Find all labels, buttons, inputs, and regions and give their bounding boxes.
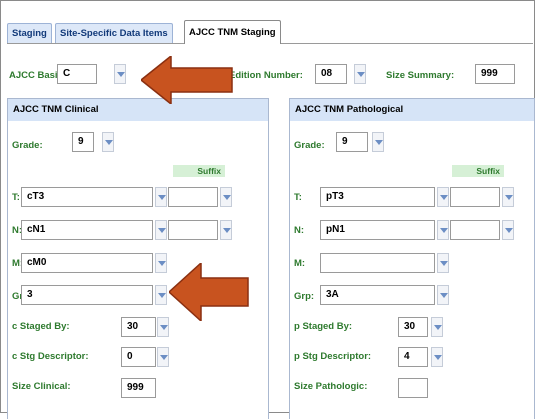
clinical-stg-descriptor-field[interactable]: 0 [121,347,156,367]
tab-bar: Staging Site-Specific Data Items AJCC TN… [7,20,533,44]
clinical-n-suffix-dropdown[interactable] [220,220,232,240]
size-summary-label: Size Summary: [386,70,455,81]
edition-number-dropdown[interactable] [354,64,366,84]
pathological-t-suffix-dropdown[interactable] [502,187,514,207]
tab-site-specific-data-items[interactable]: Site-Specific Data Items [55,23,173,43]
pathological-t-suffix-field[interactable] [450,187,500,207]
pathological-grade-field[interactable]: 9 [336,132,368,152]
clinical-grade-label: Grade: [12,140,43,151]
clinical-t-field[interactable]: cT3 [21,187,153,207]
size-summary-field[interactable]: 999 [475,64,515,84]
pathological-n-field[interactable]: pN1 [320,220,435,240]
pathological-grp-dropdown[interactable] [437,285,449,305]
pathological-n-suffix-field[interactable] [450,220,500,240]
pathological-stg-descriptor-dropdown[interactable] [431,347,443,367]
clinical-t-label: T: [12,192,20,203]
pathological-grp-label: Grp: [294,291,315,302]
pathological-stg-descriptor-field[interactable]: 4 [398,347,428,367]
clinical-m-dropdown[interactable] [155,253,167,273]
clinical-t-dropdown[interactable] [155,187,167,207]
clinical-grp-dropdown[interactable] [155,285,167,305]
clinical-grade-dropdown[interactable] [102,132,114,152]
pathological-t-label: T: [294,192,302,203]
ajcc-basis-dropdown[interactable] [114,64,126,84]
clinical-stg-descriptor-label: c Stg Descriptor: [12,351,89,362]
basis-arrow-icon [141,56,233,104]
window-frame: Staging Site-Specific Data Items AJCC TN… [0,0,535,419]
edition-number-label: Edition Number: [229,70,303,81]
pathological-panel-title: AJCC TNM Pathological [290,99,534,121]
clinical-staged-by-label: c Staged By: [12,321,70,332]
pathological-n-dropdown[interactable] [437,220,449,240]
clinical-suffix-header: Suffix [173,165,225,177]
tab-staging[interactable]: Staging [7,23,52,43]
clinical-panel: AJCC TNM Clinical Grade: 9 Suffix T: cT3… [7,98,269,419]
pathological-m-label: M: [294,258,306,269]
clinical-n-field[interactable]: cN1 [21,220,153,240]
grp-arrow-icon [169,263,249,321]
pathological-t-dropdown[interactable] [437,187,449,207]
clinical-staged-by-field[interactable]: 30 [121,317,156,337]
clinical-staged-by-dropdown[interactable] [157,317,169,337]
pathological-size-field[interactable] [398,378,428,398]
pathological-m-field[interactable] [320,253,435,273]
pathological-panel: AJCC TNM Pathological Grade: 9 Suffix T:… [289,98,535,419]
clinical-n-suffix-field[interactable] [168,220,218,240]
edition-number-field[interactable]: 08 [315,64,347,84]
clinical-grp-field[interactable]: 3 [21,285,153,305]
pathological-t-field[interactable]: pT3 [320,187,435,207]
pathological-m-dropdown[interactable] [437,253,449,273]
ajcc-basis-field[interactable]: C [57,64,97,84]
clinical-stg-descriptor-dropdown[interactable] [157,347,169,367]
pathological-n-suffix-dropdown[interactable] [502,220,514,240]
pathological-suffix-header: Suffix [452,165,504,177]
pathological-n-label: N: [294,225,305,236]
pathological-grp-field[interactable]: 3A [320,285,435,305]
clinical-t-suffix-field[interactable] [168,187,218,207]
clinical-size-label: Size Clinical: [12,381,71,392]
tab-ajcc-tnm-staging[interactable]: AJCC TNM Staging [184,20,281,44]
pathological-grade-label: Grade: [294,140,325,151]
clinical-m-field[interactable]: cM0 [21,253,153,273]
clinical-n-dropdown[interactable] [155,220,167,240]
pathological-grade-dropdown[interactable] [372,132,384,152]
pathological-staged-by-label: p Staged By: [294,321,353,332]
pathological-stg-descriptor-label: p Stg Descriptor: [294,351,372,362]
clinical-size-field[interactable]: 999 [121,378,156,398]
pathological-staged-by-field[interactable]: 30 [398,317,428,337]
clinical-grade-field[interactable]: 9 [72,132,94,152]
pathological-staged-by-dropdown[interactable] [431,317,443,337]
clinical-t-suffix-dropdown[interactable] [220,187,232,207]
pathological-size-label: Size Pathologic: [294,381,368,392]
